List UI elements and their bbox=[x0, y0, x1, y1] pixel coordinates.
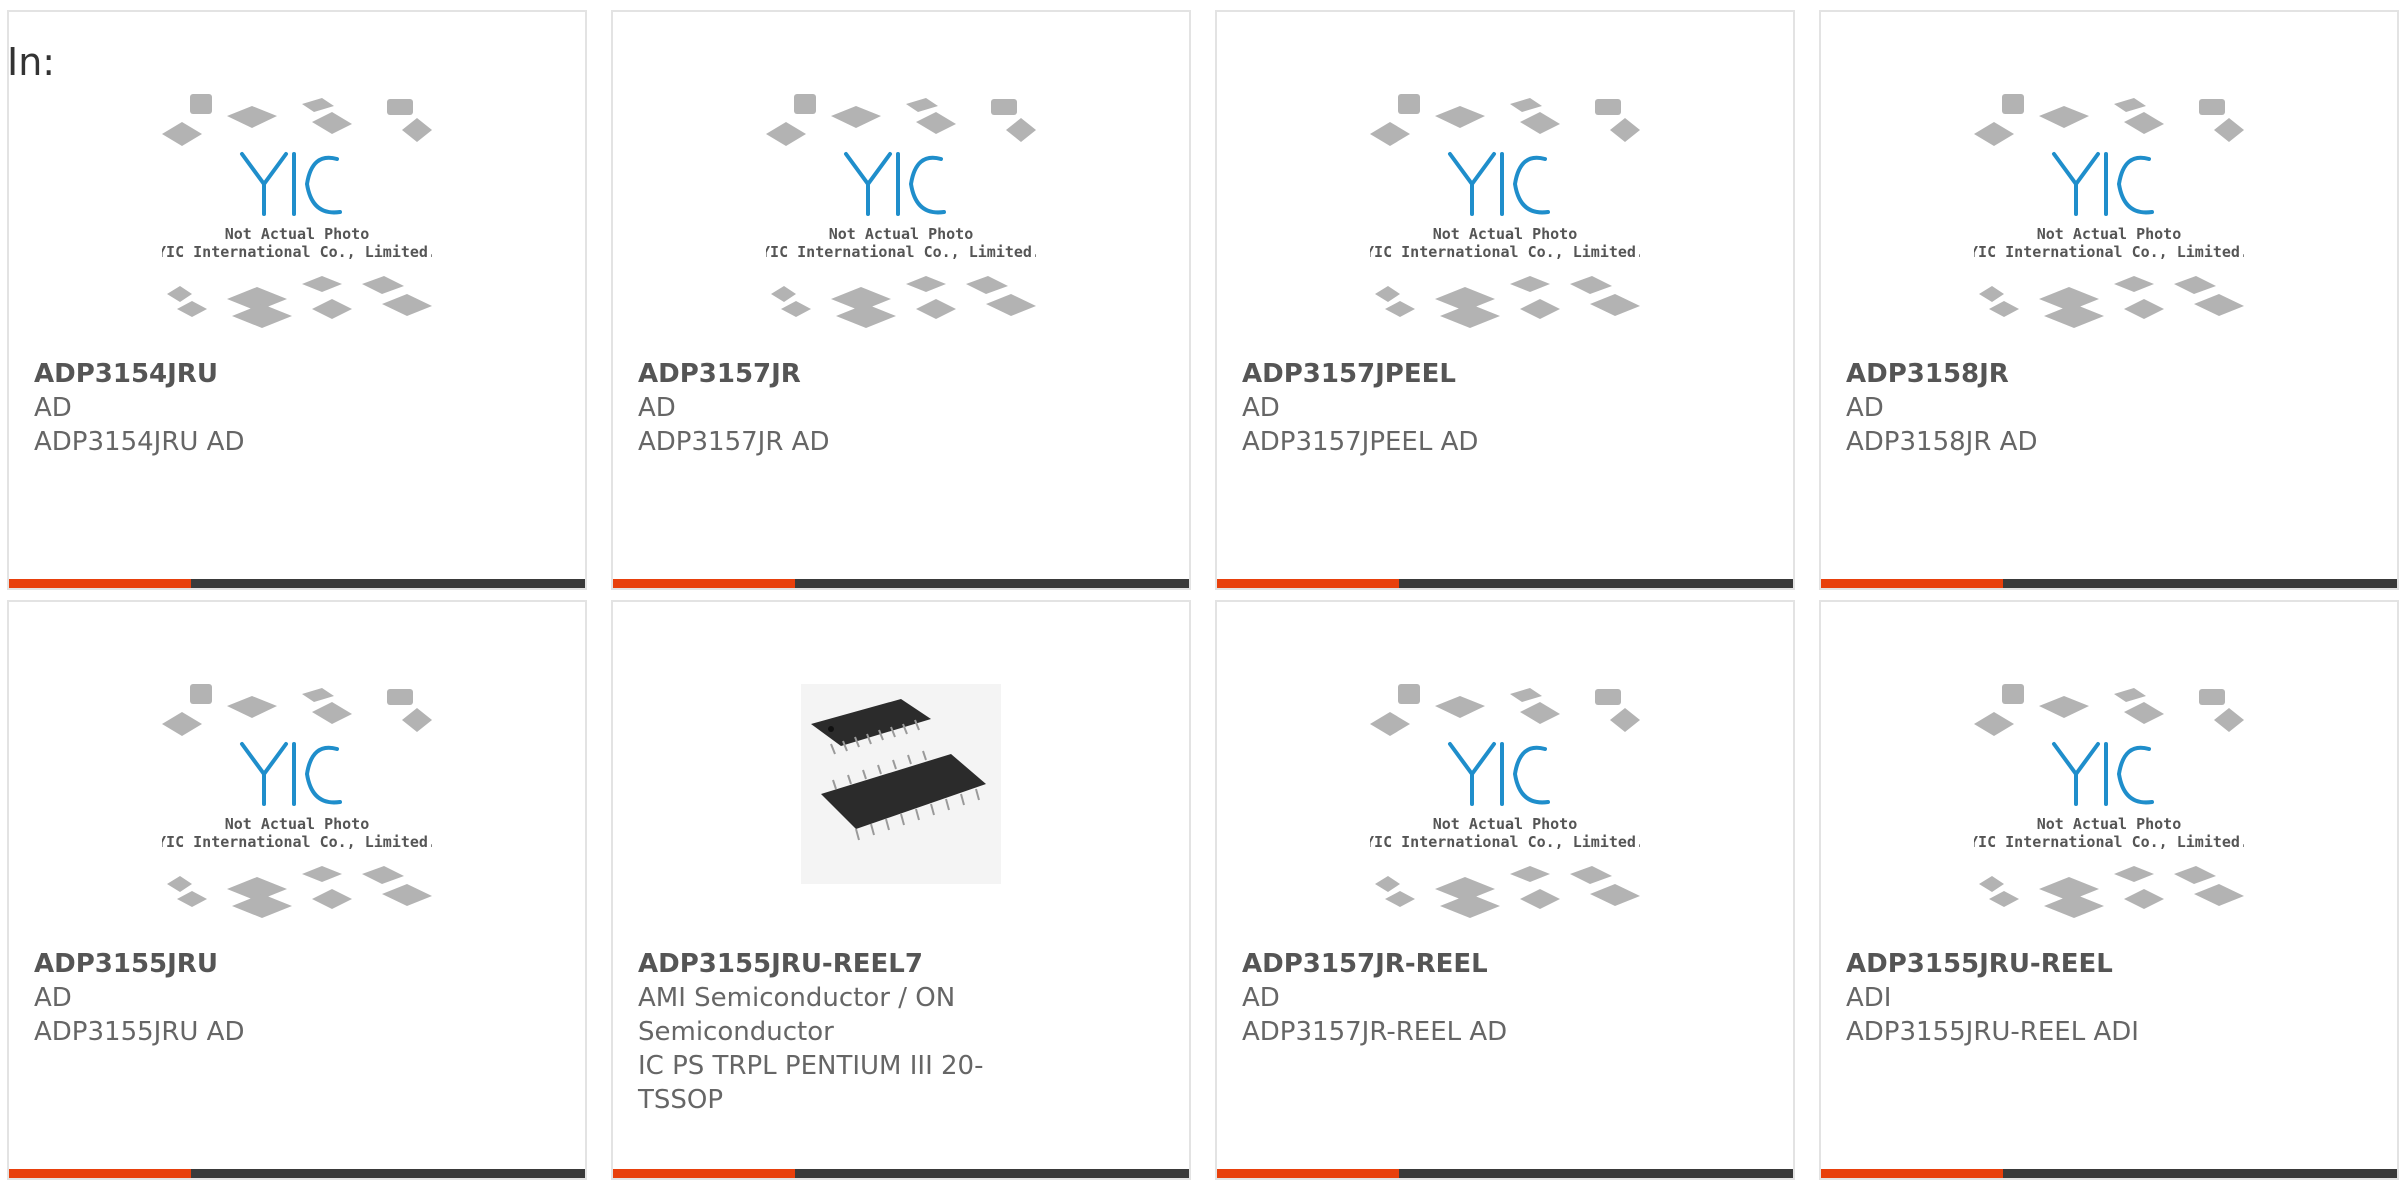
photo-caption-line2: YIC International Co., Limited. bbox=[1370, 243, 1640, 261]
photo-caption-line2: YIC International Co., Limited. bbox=[1370, 833, 1640, 851]
card-accent-bar bbox=[613, 579, 795, 588]
description: ADP3157JR-REEL AD bbox=[1242, 1017, 1508, 1047]
product-info: ADP3157JPEEL AD ADP3157JPEEL AD bbox=[1242, 357, 1642, 459]
part-number-link[interactable]: ADP3155JRU-REEL bbox=[1846, 947, 2246, 981]
part-number-link[interactable]: ADP3155JRU bbox=[34, 947, 434, 981]
product-info: ADP3155JRU-REEL ADI ADP3155JRU-REEL ADI bbox=[1846, 947, 2246, 1049]
description: ADP3157JR AD bbox=[638, 427, 830, 457]
card-bottom-bar bbox=[1821, 1169, 2397, 1178]
photo-caption-line1: Not Actual Photo bbox=[829, 225, 974, 243]
photo-caption-line1: Not Actual Photo bbox=[1433, 225, 1578, 243]
part-number-link[interactable]: ADP3157JR bbox=[638, 357, 1038, 391]
product-card[interactable]: Not Actual Photo YIC International Co., … bbox=[611, 10, 1191, 590]
product-image: Not Actual Photo YIC International Co., … bbox=[9, 684, 585, 959]
description: ADP3155JRU AD bbox=[34, 1017, 245, 1047]
product-info: ADP3155JRU-REEL7 AMI Semiconductor / ON … bbox=[638, 947, 1038, 1117]
photo-caption-line1: Not Actual Photo bbox=[2037, 815, 2182, 833]
description: ADP3157JPEEL AD bbox=[1242, 427, 1479, 457]
product-card[interactable]: ADP3155JRU-REEL7 AMI Semiconductor / ON … bbox=[611, 600, 1191, 1180]
product-image: Not Actual Photo YIC International Co., … bbox=[1821, 684, 2397, 959]
manufacturer: AD bbox=[34, 393, 72, 423]
description: ADP3158JR AD bbox=[1846, 427, 2038, 457]
manufacturer: AD bbox=[34, 983, 72, 1013]
photo-caption-line2: YIC International Co., Limited. bbox=[162, 833, 432, 851]
description: ADP3155JRU-REEL ADI bbox=[1846, 1017, 2139, 1047]
product-card[interactable]: Not Actual Photo YIC International Co., … bbox=[1819, 600, 2399, 1180]
card-accent-bar bbox=[1217, 579, 1399, 588]
manufacturer: AD bbox=[1846, 393, 1884, 423]
product-info: ADP3157JR-REEL AD ADP3157JR-REEL AD bbox=[1242, 947, 1642, 1049]
photo-caption-line1: Not Actual Photo bbox=[225, 225, 370, 243]
product-image: Not Actual Photo YIC International Co., … bbox=[9, 94, 585, 369]
product-card[interactable]: Not Actual Photo YIC International Co., … bbox=[7, 10, 587, 590]
product-image: Not Actual Photo YIC International Co., … bbox=[613, 94, 1189, 369]
card-bottom-bar bbox=[1217, 579, 1793, 588]
photo-caption-line1: Not Actual Photo bbox=[225, 815, 370, 833]
product-card[interactable]: Not Actual Photo YIC International Co., … bbox=[1819, 10, 2399, 590]
part-number-link[interactable]: ADP3158JR bbox=[1846, 357, 2246, 391]
manufacturer: AD bbox=[1242, 393, 1280, 423]
product-info: ADP3155JRU AD ADP3155JRU AD bbox=[34, 947, 434, 1049]
card-bottom-bar bbox=[1217, 1169, 1793, 1178]
part-number-link[interactable]: ADP3155JRU-REEL7 bbox=[638, 947, 1038, 981]
card-accent-bar bbox=[9, 579, 191, 588]
product-image: Not Actual Photo YIC International Co., … bbox=[1217, 94, 1793, 369]
description: IC PS TRPL PENTIUM III 20-TSSOP bbox=[638, 1051, 984, 1115]
card-accent-bar bbox=[613, 1169, 795, 1178]
photo-caption-line1: Not Actual Photo bbox=[1433, 815, 1578, 833]
card-accent-bar bbox=[1821, 1169, 2003, 1178]
photo-caption-line2: YIC International Co., Limited. bbox=[1974, 243, 2244, 261]
product-image bbox=[613, 684, 1189, 959]
card-accent-bar bbox=[9, 1169, 191, 1178]
card-bottom-bar bbox=[1821, 579, 2397, 588]
photo-caption-line2: YIC International Co., Limited. bbox=[162, 243, 432, 261]
product-info: ADP3154JRU AD ADP3154JRU AD bbox=[34, 357, 434, 459]
part-number-link[interactable]: ADP3157JR-REEL bbox=[1242, 947, 1642, 981]
card-bottom-bar bbox=[9, 579, 585, 588]
photo-caption-line2: YIC International Co., Limited. bbox=[1974, 833, 2244, 851]
product-image: Not Actual Photo YIC International Co., … bbox=[1821, 94, 2397, 369]
manufacturer: AD bbox=[1242, 983, 1280, 1013]
part-number-link[interactable]: ADP3154JRU bbox=[34, 357, 434, 391]
product-info: ADP3158JR AD ADP3158JR AD bbox=[1846, 357, 2246, 459]
manufacturer: AMI Semiconductor / ON Semiconductor bbox=[638, 983, 956, 1047]
product-card[interactable]: Not Actual Photo YIC International Co., … bbox=[7, 600, 587, 1180]
manufacturer: ADI bbox=[1846, 983, 1892, 1013]
manufacturer: AD bbox=[638, 393, 676, 423]
product-info: ADP3157JR AD ADP3157JR AD bbox=[638, 357, 1038, 459]
product-card[interactable]: Not Actual Photo YIC International Co., … bbox=[1215, 10, 1795, 590]
part-number-link[interactable]: ADP3157JPEEL bbox=[1242, 357, 1642, 391]
description: ADP3154JRU AD bbox=[34, 427, 245, 457]
card-accent-bar bbox=[1821, 579, 2003, 588]
card-bottom-bar bbox=[613, 1169, 1189, 1178]
filter-prefix-label: In: bbox=[7, 40, 56, 84]
product-image: Not Actual Photo YIC International Co., … bbox=[1217, 684, 1793, 959]
photo-caption-line2: YIC International Co., Limited. bbox=[766, 243, 1036, 261]
product-card[interactable]: Not Actual Photo YIC International Co., … bbox=[1215, 600, 1795, 1180]
card-bottom-bar bbox=[613, 579, 1189, 588]
photo-caption-line1: Not Actual Photo bbox=[2037, 225, 2182, 243]
card-bottom-bar bbox=[9, 1169, 585, 1178]
card-accent-bar bbox=[1217, 1169, 1399, 1178]
